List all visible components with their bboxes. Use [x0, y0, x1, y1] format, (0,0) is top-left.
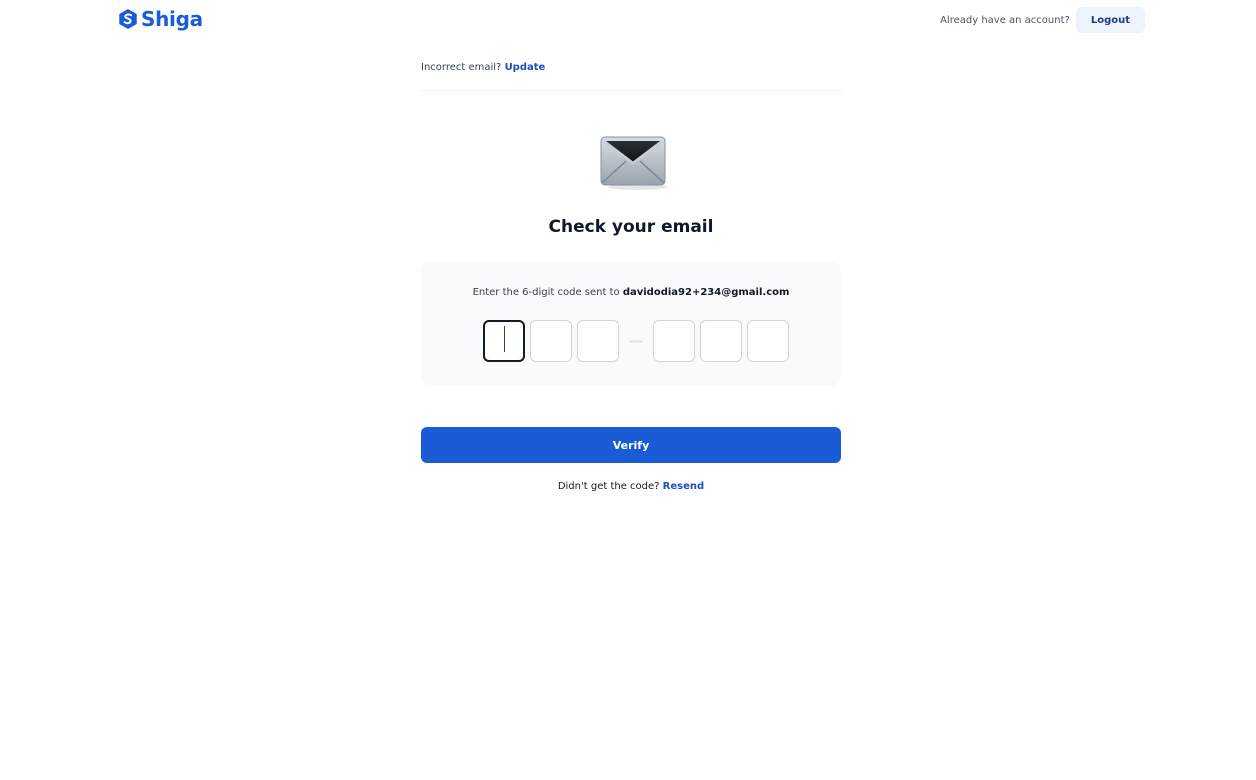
- code-instruction-text: Enter the 6-digit code sent to: [472, 287, 620, 298]
- otp-digit-3[interactable]: [577, 320, 619, 362]
- page-title: Check your email: [548, 217, 714, 237]
- text-caret: [504, 326, 505, 352]
- brand-name: Shiga: [141, 7, 203, 31]
- update-email-link[interactable]: Update: [505, 62, 546, 73]
- otp-input-group: [483, 320, 794, 362]
- resend-row: Didn't get the code? Resend: [421, 481, 841, 492]
- logout-button[interactable]: Logout: [1075, 7, 1145, 33]
- resend-link[interactable]: Resend: [663, 481, 705, 492]
- top-bar: Shiga Already have an account? Logout: [0, 0, 1256, 40]
- resend-prompt: Didn't get the code?: [557, 481, 660, 492]
- otp-digit-2[interactable]: [530, 320, 572, 362]
- otp-separator: [629, 339, 643, 343]
- account-area: Already have an account? Logout: [940, 7, 1145, 33]
- otp-digit-5[interactable]: [700, 320, 742, 362]
- shiga-logo-icon: [119, 9, 137, 29]
- incorrect-email-prompt: Incorrect email?: [421, 62, 502, 73]
- otp-digit-6[interactable]: [747, 320, 789, 362]
- divider: [421, 90, 841, 91]
- recipient-email: davidodia92+234@gmail.com: [622, 287, 790, 298]
- code-card: Enter the 6-digit code sent to davidodia…: [421, 261, 841, 386]
- code-instruction: Enter the 6-digit code sent to davidodia…: [421, 287, 841, 298]
- incorrect-email-row: Incorrect email? Update: [421, 62, 545, 73]
- account-prompt: Already have an account?: [940, 14, 1070, 26]
- brand-logo[interactable]: Shiga: [118, 8, 203, 30]
- envelope-icon: [600, 136, 668, 190]
- otp-digit-4[interactable]: [653, 320, 695, 362]
- verify-button[interactable]: Verify: [421, 427, 841, 463]
